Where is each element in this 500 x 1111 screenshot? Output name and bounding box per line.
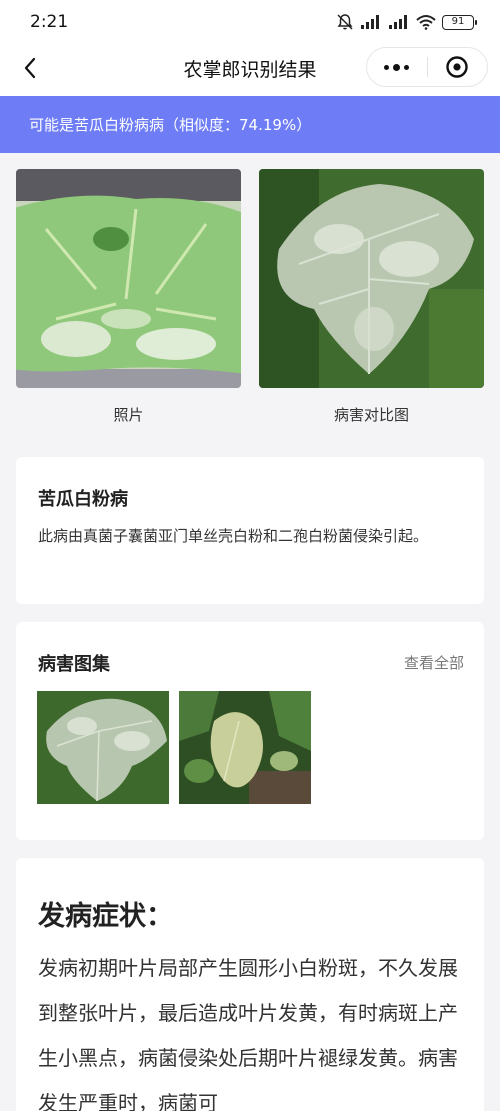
more-dot-center <box>393 63 401 71</box>
status-time: 2:21 <box>30 12 69 32</box>
more-dots-icon <box>384 64 390 70</box>
view-all-link[interactable]: 查看全部 <box>404 652 464 673</box>
more-dot-right <box>404 64 410 70</box>
back-button[interactable] <box>14 52 46 84</box>
photo-caption: 照片 <box>113 406 144 424</box>
status-icons: 91 <box>336 13 477 31</box>
gallery-leaf-image-2 <box>179 691 311 804</box>
more-button[interactable] <box>367 48 427 86</box>
bell-muted-icon <box>337 14 353 30</box>
gallery-leaf-image-1 <box>37 691 169 804</box>
gallery-thumbnail[interactable] <box>37 691 169 804</box>
disease-name: 苦瓜白粉病 <box>38 489 128 510</box>
disease-gallery-card: 病害图集 查看全部 <box>16 622 484 840</box>
leaf-photo-image <box>16 169 241 388</box>
signal-icon <box>361 15 379 29</box>
uploaded-photo[interactable] <box>16 169 241 388</box>
gallery-title: 病害图集 <box>38 654 110 675</box>
close-miniprogram-button[interactable] <box>427 48 487 86</box>
symptom-title: 发病症状： <box>38 901 173 932</box>
gallery-thumbnail[interactable] <box>179 691 311 804</box>
comparison-caption: 病害对比图 <box>333 406 409 424</box>
nav-bar: 农掌郎识别结果 <box>0 40 500 96</box>
chevron-left-icon <box>24 57 36 79</box>
disease-leaf-image <box>259 169 484 388</box>
battery-icon: 91 <box>442 14 477 30</box>
miniprogram-capsule <box>366 47 488 87</box>
result-banner: 可能是苦瓜白粉病病（相似度：74.19%） <box>0 96 500 153</box>
wifi-icon <box>416 15 436 30</box>
symptom-description: 发病初期叶片局部产生圆形小白粉斑，不久发展到整张叶片，最后造成叶片发黄，有时病斑… <box>38 956 458 1111</box>
disease-info-card: 苦瓜白粉病 此病由真菌子囊菌亚门单丝壳白粉和二孢白粉菌侵染引起。 <box>16 457 484 604</box>
comparison-photo[interactable] <box>259 169 484 388</box>
disease-description: 此病由真菌子囊菌亚门单丝壳白粉和二孢白粉菌侵染引起。 <box>38 527 429 545</box>
symptom-card: 发病症状： 发病初期叶片局部产生圆形小白粉斑，不久发展到整张叶片，最后造成叶片发… <box>16 858 484 1111</box>
target-close-icon <box>446 56 468 78</box>
signal-icon-2 <box>389 15 407 29</box>
result-text: 可能是苦瓜白粉病病（相似度：74.19%） <box>29 116 312 134</box>
